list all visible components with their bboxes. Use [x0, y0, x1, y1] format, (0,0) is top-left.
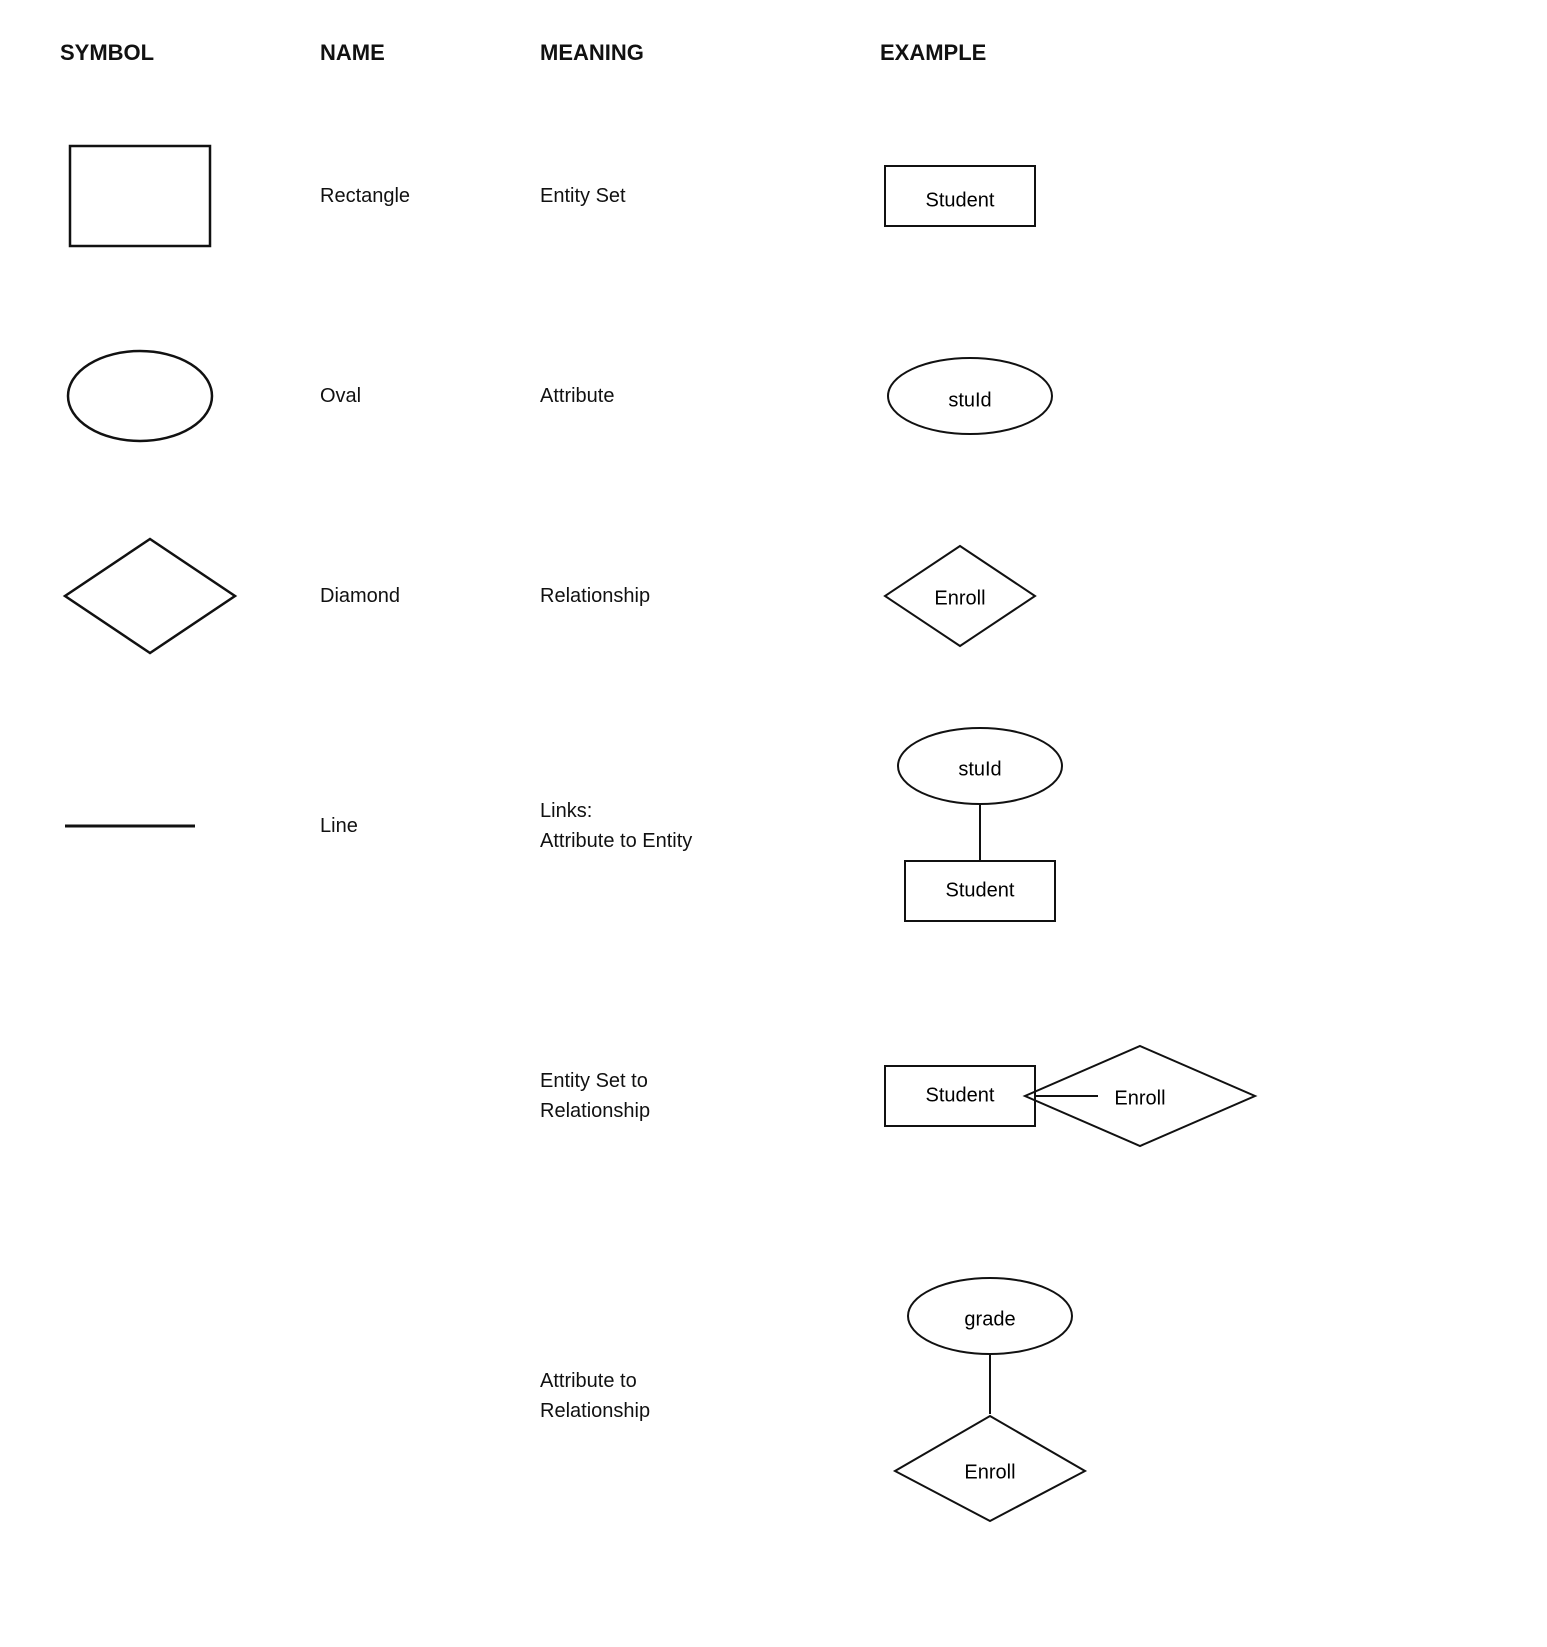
example-entity-set-to-relationship: Student Enroll [820, 1041, 1487, 1151]
svg-text:Student: Student [926, 189, 995, 211]
table-header: SYMBOL NAME MEANING EXAMPLE [60, 40, 1487, 76]
header-meaning: MEANING [540, 40, 820, 66]
symbol-diamond [60, 531, 320, 661]
line-icon [60, 816, 200, 836]
example-oval-icon: stuId [880, 351, 1060, 441]
symbol-rectangle [60, 136, 320, 256]
header-symbol: SYMBOL [60, 40, 320, 66]
row-rectangle: Rectangle Entity Set Student [60, 106, 1487, 286]
meaning-atr-line2: Relationship [540, 1396, 650, 1426]
svg-text:stuId: stuId [958, 758, 1001, 780]
example-diamond: Enroll [820, 541, 1487, 651]
name-oval: Oval [320, 385, 540, 408]
example-diamond-icon: Enroll [880, 541, 1040, 651]
example-oval: stuId [820, 351, 1487, 441]
spacer-2 [60, 1206, 1487, 1246]
svg-text:Student: Student [946, 879, 1015, 901]
row-line: Line Links: Attribute to Entity stuId St… [60, 706, 1487, 946]
oval-icon [60, 341, 220, 451]
example-rectangle-icon: Student [880, 161, 1040, 231]
svg-text:Enroll: Enroll [964, 1461, 1015, 1483]
name-diamond: Diamond [320, 585, 540, 608]
row-attribute-to-relationship: Attribute to Relationship grade Enroll [60, 1246, 1487, 1546]
meaning-line-2: Attribute to Entity [540, 826, 692, 856]
example-attribute-to-relationship: grade Enroll [820, 1266, 1487, 1526]
row-oval: Oval Attribute stuId [60, 306, 1487, 486]
diamond-icon [60, 531, 240, 661]
svg-text:grade: grade [964, 1308, 1015, 1330]
meaning-entity-set-to-relationship: Entity Set to Relationship [540, 1066, 820, 1126]
header-example: EXAMPLE [820, 40, 1487, 66]
name-rectangle: Rectangle [320, 185, 540, 208]
header-name: NAME [320, 40, 540, 66]
example-line: stuId Student [820, 711, 1487, 941]
meaning-diamond: Relationship [540, 585, 820, 608]
example-entity-rel-icon: Student Enroll [880, 1041, 1260, 1151]
rectangle-icon [60, 136, 220, 256]
spacer-1 [60, 966, 1487, 1006]
meaning-attribute-to-relationship: Attribute to Relationship [540, 1366, 820, 1426]
meaning-esr-line1: Entity Set to [540, 1066, 650, 1096]
row-entity-set-to-relationship: Entity Set to Relationship Student Enrol… [60, 1006, 1487, 1186]
meaning-line: Links: Attribute to Entity [540, 796, 820, 856]
meaning-rectangle: Entity Set [540, 185, 820, 208]
name-line: Line [320, 815, 540, 838]
meaning-line-1: Links: [540, 796, 692, 826]
svg-text:Enroll: Enroll [1114, 1087, 1165, 1109]
svg-text:Student: Student [926, 1084, 995, 1106]
symbol-line [60, 816, 320, 836]
example-rectangle: Student [820, 161, 1487, 231]
svg-text:Enroll: Enroll [934, 587, 985, 609]
row-diamond: Diamond Relationship Enroll [60, 506, 1487, 686]
meaning-atr-line1: Attribute to [540, 1366, 650, 1396]
meaning-oval: Attribute [540, 385, 820, 408]
example-line-icon: stuId Student [880, 711, 1080, 941]
example-attr-rel-icon: grade Enroll [880, 1266, 1100, 1526]
svg-text:stuId: stuId [948, 389, 991, 411]
symbol-oval [60, 341, 320, 451]
meaning-esr-line2: Relationship [540, 1096, 650, 1126]
